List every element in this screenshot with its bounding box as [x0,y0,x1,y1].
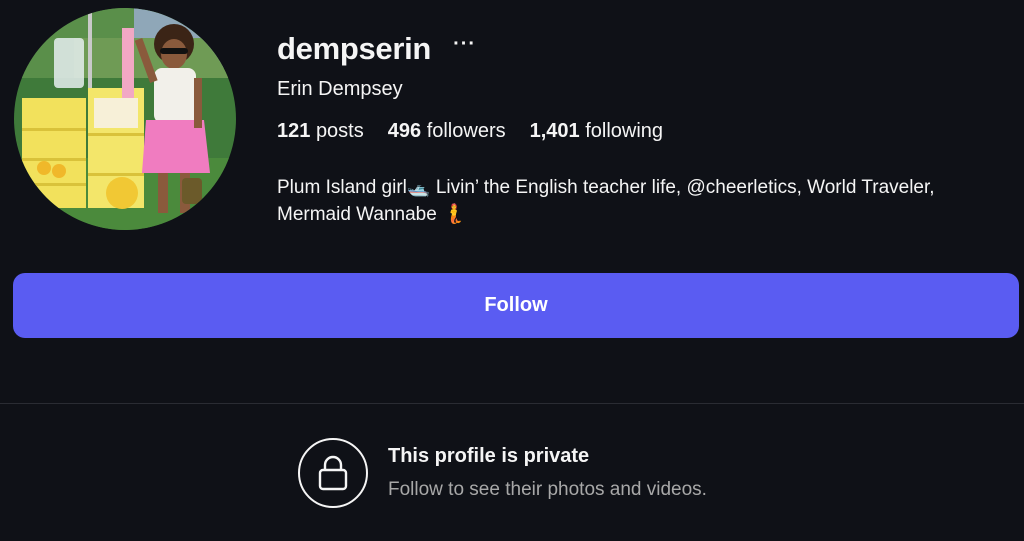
profile-page: dempserin ··· Erin Dempsey 121 posts 496… [0,0,1024,541]
profile-info: dempserin ··· Erin Dempsey 121 posts 496… [277,28,1007,228]
followers-label: followers [426,120,506,142]
profile-avatar[interactable] [14,8,236,230]
followers-stat[interactable]: 496 followers [388,120,506,148]
posts-label: posts [315,120,364,142]
profile-full-name: Erin Dempsey [277,78,403,100]
private-text: This profile is private Follow to see th… [388,445,707,501]
bio-line: Plum Island girl🛥️ Livin’ the English te… [277,177,935,198]
profile-header: dempserin ··· Erin Dempsey 121 posts 496… [0,0,1024,245]
profile-bio: Plum Island girl🛥️ Livin’ the English te… [277,174,997,228]
private-profile-notice: This profile is private Follow to see th… [298,438,707,508]
username-row: dempserin ··· [277,28,1007,70]
avatar-photo [14,8,236,230]
bio-line: Mermaid Wannabe 🧜 [277,204,466,225]
posts-count: 121 [277,120,311,142]
profile-stats: 121 posts 496 followers 1,401 following [277,120,1007,148]
lock-icon [298,438,368,508]
followers-count: 496 [387,120,422,142]
private-title: This profile is private [388,445,590,467]
following-stat[interactable]: 1,401 following [530,120,663,148]
section-divider [0,403,1024,404]
follow-button[interactable]: Follow [13,273,1019,338]
more-options-icon[interactable]: ··· [447,34,482,64]
posts-stat[interactable]: 121 posts [277,120,364,148]
private-subtitle: Follow to see their photos and videos. [388,479,707,500]
following-count: 1,401 [529,120,580,142]
profile-username: dempserin [277,31,432,66]
following-label: following [585,120,664,142]
